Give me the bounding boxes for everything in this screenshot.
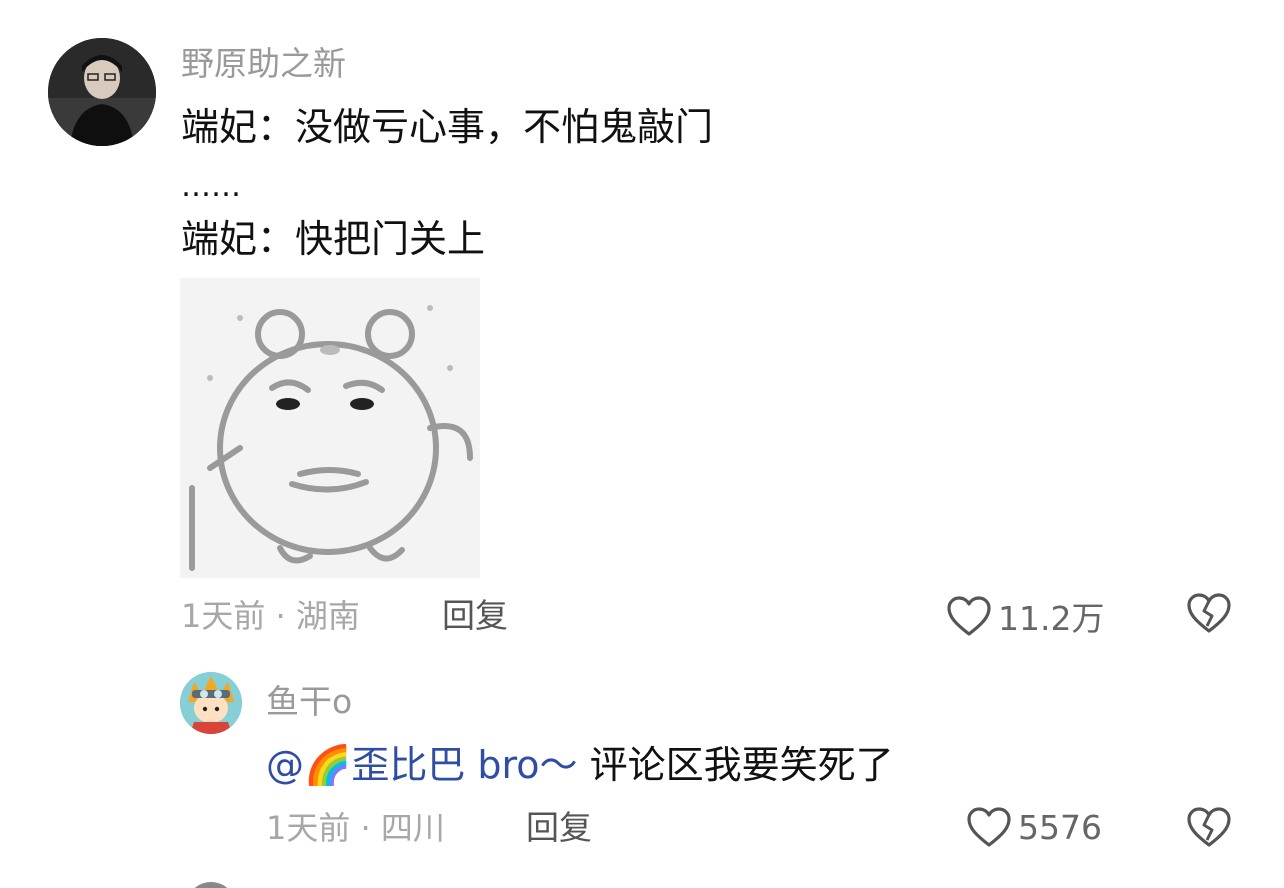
heart-icon: [947, 596, 991, 636]
comment-text-line-2: ……: [181, 169, 241, 204]
username[interactable]: 鱼干o: [266, 682, 352, 722]
like-count: 11.2万: [998, 599, 1105, 638]
like-button[interactable]: 11.2万: [946, 592, 1104, 640]
mention-link[interactable]: @🌈歪比巴 bro～: [266, 743, 578, 787]
next-comment-avatar-partial: [186, 882, 236, 888]
time-location: 1天前 · 湖南: [181, 597, 360, 635]
broken-heart-icon: [1187, 807, 1231, 847]
like-count: 5576: [1018, 807, 1102, 847]
cartoon-ninja-avatar-icon: [180, 672, 242, 734]
reply-button[interactable]: 回复: [526, 808, 592, 848]
comment-text-line-1: 端妃：没做亏心事，不怕鬼敲门: [181, 105, 714, 149]
dislike-button[interactable]: [1186, 592, 1232, 638]
user-avatar[interactable]: [48, 38, 156, 146]
reply-button[interactable]: 回复: [442, 596, 508, 636]
comment-2: 鱼干o @🌈歪比巴 bro～ 评论区我要笑死了 1天前 · 四川 回复 5576: [0, 650, 1284, 888]
time-location: 1天前 · 四川: [266, 809, 445, 847]
broken-heart-icon: [1187, 593, 1231, 633]
dislike-button[interactable]: [1186, 806, 1232, 852]
bear-meme-sticker-icon: [180, 278, 480, 578]
comment-1: 野原助之新 端妃：没做亏心事，不怕鬼敲门 …… 端妃：快把门关上 1天前 · 湖…: [0, 0, 1284, 650]
heart-icon: [967, 807, 1011, 847]
person-photo-icon: [48, 38, 156, 146]
comment-text-line-3: 端妃：快把门关上: [181, 217, 486, 261]
sticker-image[interactable]: [180, 278, 480, 578]
comment-text: @🌈歪比巴 bro～ 评论区我要笑死了: [266, 742, 894, 788]
comment-text-body: 评论区我要笑死了: [577, 743, 894, 787]
user-avatar[interactable]: [180, 672, 242, 734]
username[interactable]: 野原助之新: [181, 44, 346, 84]
like-button[interactable]: 5576: [966, 806, 1102, 848]
